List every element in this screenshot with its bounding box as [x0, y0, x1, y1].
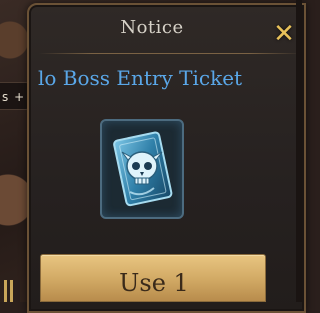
header-divider [39, 53, 302, 54]
close-icon[interactable]: ✕ [271, 21, 297, 47]
item-icon-frame [100, 119, 184, 219]
side-tab[interactable]: s + [0, 82, 30, 110]
hazard-stripe-decoration [4, 280, 20, 302]
skull-ticket-icon [113, 131, 173, 207]
use-button-label: Use 1 [119, 269, 189, 297]
use-button[interactable]: Use 1 [40, 254, 266, 302]
right-edge-shadow [296, 0, 302, 302]
plus-icon: + [14, 90, 25, 104]
dialog-title: Notice [120, 17, 184, 38]
dialog-header: Notice ✕ [27, 3, 302, 54]
item-name: lo Boss Entry Ticket [38, 66, 243, 90]
side-tab-label: s [2, 90, 9, 104]
